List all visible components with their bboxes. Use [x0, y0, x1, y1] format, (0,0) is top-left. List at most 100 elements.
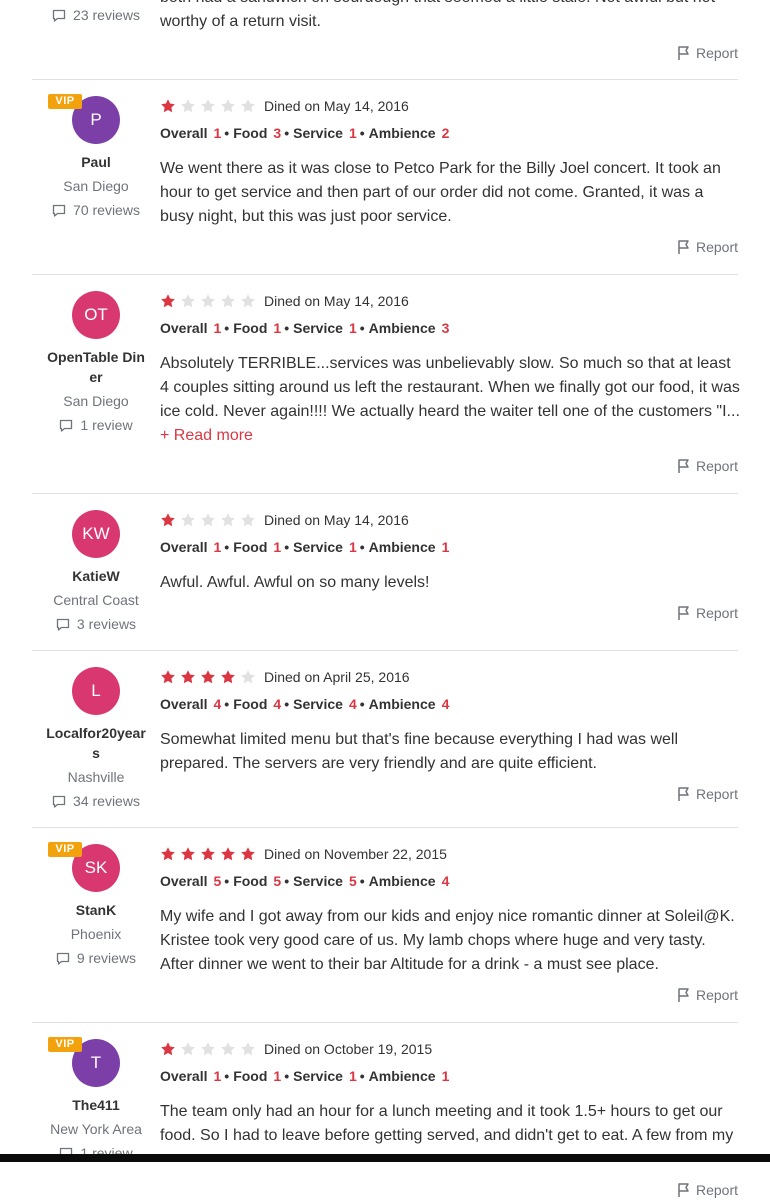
review-text: Absolutely TERRIBLE...services was unbel… — [160, 355, 740, 420]
rating-label-overall: Overall — [160, 320, 208, 336]
category-ratings: Overall 1 • Food 1 • Service 1 • Ambience 3 — [160, 319, 452, 337]
review-divider — [32, 650, 738, 651]
rating-separator: • — [224, 125, 230, 141]
report-label: Report — [695, 1182, 738, 1198]
star-icon — [220, 512, 236, 528]
user-location: New York Area — [50, 1121, 142, 1137]
rating-value-ambience: 4 — [441, 873, 450, 889]
star-icon — [240, 512, 256, 528]
star-icon — [240, 293, 256, 309]
rating-value-overall: 1 — [213, 539, 222, 555]
user-name[interactable]: StanK — [46, 900, 146, 920]
rating-value-food: 1 — [273, 539, 282, 555]
rating-label-ambience: Ambience — [368, 539, 436, 555]
user-location: San Diego — [63, 178, 129, 194]
rating-label-ambience: Ambience — [368, 125, 436, 141]
user-review-count-text: 70 reviews — [73, 202, 140, 218]
review-text: My wife and I got away from our kids and… — [160, 908, 735, 973]
rating-label-food: Food — [233, 320, 268, 336]
rating-value-overall: 1 — [213, 320, 222, 336]
user-name[interactable]: Paul — [46, 152, 146, 172]
rating-separator: • — [284, 125, 290, 141]
vip-badge: VIP — [48, 842, 82, 857]
rating-label-ambience: Ambience — [368, 320, 436, 336]
speech-bubble-icon — [52, 9, 66, 22]
report-button[interactable]: Report — [676, 237, 738, 257]
rating-label-service: Service — [293, 320, 343, 336]
flag-icon — [678, 1183, 689, 1197]
dined-date: Dined on May 14, 2016 — [264, 98, 409, 114]
category-ratings: Overall 5 • Food 5 • Service 5 • Ambience 4 — [160, 872, 452, 890]
category-ratings: Overall 1 • Food 1 • Service 1 • Ambience 1 — [160, 1067, 452, 1085]
report-button[interactable]: Report — [676, 456, 738, 476]
report-label: Report — [695, 786, 738, 802]
rating-label-service: Service — [293, 125, 343, 141]
rating-value-service: 1 — [348, 539, 357, 555]
rating-label-food: Food — [233, 125, 268, 141]
speech-bubble-icon — [56, 618, 70, 631]
star-icon — [160, 98, 176, 114]
star-icon — [200, 846, 216, 862]
star-icon — [240, 98, 256, 114]
read-more-link[interactable]: + Read more — [160, 424, 253, 448]
user-location: Phoenix — [70, 926, 122, 942]
rating-separator: • — [224, 696, 230, 712]
report-button[interactable]: Report — [676, 603, 738, 623]
category-ratings: Overall 1 • Food 3 • Service 1 • Ambience 2 — [160, 124, 452, 142]
rating-label-overall: Overall — [160, 1068, 208, 1084]
avatar[interactable]: KW — [72, 510, 120, 558]
rating-separator: • — [359, 320, 365, 336]
dined-date: Dined on May 14, 2016 — [264, 293, 409, 309]
rating-separator: • — [284, 539, 290, 555]
rating-value-overall: 1 — [213, 125, 222, 141]
user-location: San Diego — [63, 393, 129, 409]
rating-separator: • — [224, 873, 230, 889]
star-icon — [240, 1041, 256, 1057]
rating-label-ambience: Ambience — [368, 696, 436, 712]
bottom-edge-bar — [0, 1154, 770, 1162]
rating-value-food: 3 — [273, 125, 282, 141]
user-name[interactable]: KatieW — [46, 566, 146, 586]
report-label: Report — [695, 45, 738, 61]
star-icon — [200, 293, 216, 309]
rating-separator: • — [359, 125, 365, 141]
user-name[interactable]: OpenTable Diner — [46, 347, 146, 387]
star-icon — [240, 669, 256, 685]
rating-separator: • — [224, 1068, 230, 1084]
user-location: Central Coast — [53, 592, 139, 608]
report-button[interactable]: Report — [676, 985, 738, 1005]
review-divider — [32, 493, 738, 494]
star-icon — [200, 1041, 216, 1057]
report-button[interactable]: Report — [676, 1180, 738, 1200]
dined-date: Dined on October 19, 2015 — [264, 1041, 433, 1057]
user-name[interactable]: Localfor20years — [46, 723, 146, 763]
avatar[interactable]: L — [72, 667, 120, 715]
rating-label-service: Service — [293, 873, 343, 889]
rating-value-overall: 1 — [213, 1068, 222, 1084]
rating-label-service: Service — [293, 1068, 343, 1084]
rating-value-service: 1 — [348, 125, 357, 141]
user-review-count-text: 3 reviews — [76, 616, 137, 632]
star-icon — [180, 669, 196, 685]
rating-label-food: Food — [233, 696, 268, 712]
rating-value-food: 1 — [273, 1068, 282, 1084]
rating-value-service: 1 — [348, 320, 357, 336]
category-ratings: Overall 4 • Food 4 • Service 4 • Ambience 4 — [160, 695, 452, 713]
rating-separator: • — [359, 539, 365, 555]
flag-icon — [678, 988, 689, 1002]
review-text: We went there as it was close to Petco P… — [160, 160, 721, 225]
rating-separator: • — [359, 1068, 365, 1084]
rating-label-overall: Overall — [160, 125, 208, 141]
rating-value-ambience: 4 — [441, 696, 450, 712]
report-label: Report — [695, 458, 738, 474]
review-divider — [32, 1022, 738, 1023]
user-name[interactable]: The411 — [46, 1095, 146, 1115]
report-button[interactable]: Report — [676, 43, 738, 63]
rating-label-food: Food — [233, 873, 268, 889]
report-button[interactable]: Report — [676, 784, 738, 804]
rating-label-ambience: Ambience — [368, 873, 436, 889]
rating-separator: • — [359, 873, 365, 889]
star-icon — [220, 846, 236, 862]
rating-value-overall: 4 — [213, 696, 222, 712]
avatar[interactable]: OT — [72, 291, 120, 339]
